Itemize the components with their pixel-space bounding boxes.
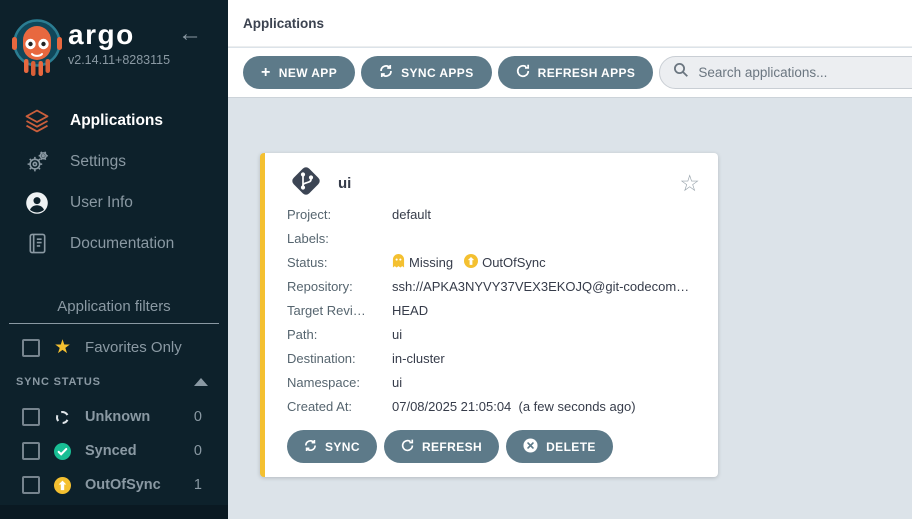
filter-synced[interactable]: Synced 0: [0, 434, 228, 468]
synced-checkbox[interactable]: [22, 442, 40, 460]
field-project: Project: default: [287, 202, 700, 226]
applications-canvas: ui ☆ Project: default Labels: Status: Mi…: [228, 98, 912, 519]
sidebar-item-documentation[interactable]: Documentation: [0, 223, 228, 264]
refresh-label: REFRESH: [422, 440, 482, 454]
collapse-sidebar-icon[interactable]: ←: [178, 22, 202, 46]
user-icon: [24, 191, 50, 215]
sidebar-item-label: Applications: [70, 112, 163, 130]
filter-label: OutOfSync: [85, 477, 161, 493]
sidebar-bottom-strip: [0, 505, 228, 519]
sidebar: argo v2.14.11+8283115 ← Applications: [0, 0, 228, 519]
unknown-checkbox[interactable]: [22, 408, 40, 426]
sync-apps-label: SYNC APPS: [401, 66, 474, 80]
filter-count: 0: [194, 443, 202, 459]
sync-icon: [379, 64, 393, 81]
page-title: Applications: [243, 16, 324, 31]
field-destination: Destination: in-cluster: [287, 346, 700, 370]
refresh-icon: [401, 439, 414, 455]
sidebar-item-applications[interactable]: Applications: [0, 100, 228, 141]
field-status: Status: Missing OutOfSync: [287, 250, 700, 274]
synced-check-icon: [54, 443, 71, 460]
filter-count: 0: [194, 409, 202, 425]
layers-icon: [24, 108, 50, 134]
filter-unknown[interactable]: Unknown 0: [0, 400, 228, 434]
field-namespace: Namespace: ui: [287, 370, 700, 394]
health-status-text: Missing: [409, 255, 453, 270]
field-labels: Labels:: [287, 226, 700, 250]
field-target-revision: Target Revi… HEAD: [287, 298, 700, 322]
favorites-checkbox[interactable]: [22, 339, 40, 357]
sync-apps-button[interactable]: SYNC APPS: [361, 56, 492, 89]
missing-ghost-icon: [392, 253, 405, 271]
sidebar-item-label: Settings: [70, 153, 126, 171]
brand-wordmark: argo: [68, 20, 170, 50]
sync-button[interactable]: SYNC: [287, 430, 377, 463]
sync-status-section-header[interactable]: SYNC STATUS: [16, 376, 208, 388]
logo-row: argo v2.14.11+8283115 ←: [0, 0, 228, 96]
sync-status-title: SYNC STATUS: [16, 376, 101, 388]
sync-status-filter-list: Unknown 0 Synced 0 OutOfSync 1: [0, 400, 228, 502]
favorite-star-icon[interactable]: ☆: [679, 172, 700, 195]
version-label: v2.14.11+8283115: [68, 53, 170, 67]
argocd-window: argo v2.14.11+8283115 ← Applications: [0, 0, 912, 519]
application-filters-title: Application filters: [9, 298, 219, 324]
argo-octopus-logo-icon: [10, 13, 64, 84]
field-created-at: Created At: 07/08/2025 21:05:04 (a few s…: [287, 394, 700, 418]
sidebar-item-user-info[interactable]: User Info: [0, 182, 228, 223]
new-app-label: NEW APP: [279, 66, 337, 80]
search-box[interactable]: /: [659, 56, 912, 89]
refresh-icon: [516, 64, 530, 81]
refresh-apps-label: REFRESH APPS: [538, 66, 636, 80]
sidebar-item-settings[interactable]: Settings: [0, 141, 228, 182]
sync-status-text: OutOfSync: [482, 255, 546, 270]
star-icon: ★: [54, 338, 71, 357]
x-circle-icon: [523, 438, 538, 456]
delete-label: DELETE: [546, 440, 596, 454]
refresh-apps-button[interactable]: REFRESH APPS: [498, 56, 654, 89]
favorites-label: Favorites Only: [85, 339, 182, 356]
sidebar-item-label: Documentation: [70, 235, 174, 253]
outofsync-arrow-icon: [54, 477, 71, 494]
gear-icon: [24, 149, 50, 174]
sync-icon: [304, 439, 317, 455]
filter-label: Unknown: [85, 409, 150, 425]
plus-icon: +: [261, 65, 271, 81]
filter-label: Synced: [85, 443, 137, 459]
caret-up-icon[interactable]: [194, 378, 208, 386]
git-branch-diamond-icon: [287, 162, 325, 205]
toolbar: + NEW APP SYNC APPS REFRESH APPS: [228, 48, 912, 98]
new-app-button[interactable]: + NEW APP: [243, 56, 355, 89]
field-path: Path: ui: [287, 322, 700, 346]
card-header: ui ☆: [287, 164, 700, 202]
search-icon: [673, 62, 689, 83]
sidebar-nav: Applications Settings: [0, 100, 228, 264]
outofsync-arrow-icon: [464, 254, 478, 271]
outofsync-checkbox[interactable]: [22, 476, 40, 494]
refresh-button[interactable]: REFRESH: [384, 430, 499, 463]
favorites-only-filter[interactable]: ★ Favorites Only: [22, 338, 228, 357]
sync-label: SYNC: [325, 440, 360, 454]
delete-button[interactable]: DELETE: [506, 430, 613, 463]
card-actions: SYNC REFRESH DELETE: [287, 430, 700, 463]
book-icon: [24, 232, 50, 255]
brand-block: argo v2.14.11+8283115: [68, 20, 170, 67]
sidebar-item-label: User Info: [70, 194, 133, 212]
filter-count: 1: [194, 477, 202, 493]
field-repository: Repository: ssh://APKA3NYVY37VEX3EKOJQ@g…: [287, 274, 700, 298]
unknown-circle-icon: [54, 411, 71, 424]
application-card-ui[interactable]: ui ☆ Project: default Labels: Status: Mi…: [260, 153, 718, 477]
app-name: ui: [338, 175, 351, 192]
titlebar: Applications: [228, 0, 912, 47]
filter-outofsync[interactable]: OutOfSync 1: [0, 468, 228, 502]
search-input[interactable]: [698, 65, 912, 80]
